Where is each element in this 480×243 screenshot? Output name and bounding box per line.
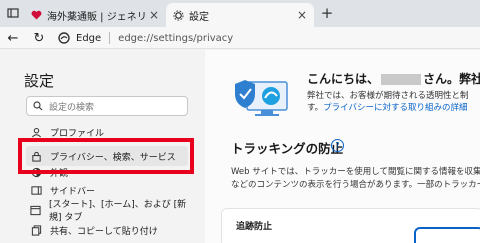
new-tab-button[interactable]: + (318, 4, 336, 22)
tab-pharmacy[interactable]: 海外薬通販 | ジェネリック医薬品 × (24, 3, 166, 27)
tracking-level-option[interactable] (414, 227, 480, 243)
sidebar-item-profile[interactable]: プロファイル (26, 122, 188, 142)
masked-username (381, 74, 422, 85)
back-arrow-icon: ← (7, 30, 19, 46)
tab-settings[interactable]: 設定 × (166, 3, 314, 27)
back-button[interactable]: ← (4, 29, 22, 47)
address-bar: ← ↻ Edge edge://settings/privacy (0, 27, 480, 49)
share-icon (30, 224, 42, 236)
sidebar-item-label: サイドバー (50, 186, 96, 197)
search-input[interactable]: 設定の検索 (26, 96, 188, 116)
sidebar-item-label: 共有、コピーして貼り付け (50, 226, 158, 237)
greeting-heading: こんにちは、 さん。弊社では (307, 70, 480, 87)
tracking-description: Web サイトでは、トラッカーを使用して閲覧に関する情報を収集します。Web な… (231, 166, 480, 192)
refresh-button[interactable]: ↻ (30, 29, 48, 47)
search-icon (33, 101, 43, 111)
edge-icon (58, 32, 70, 44)
url-divider (109, 32, 111, 44)
tab-title: 海外薬通販 | ジェネリック医薬品 (47, 11, 148, 23)
search-placeholder: 設定の検索 (49, 102, 95, 113)
intro-line-2: す。プライバシーに対する取り組みの詳細 (307, 102, 469, 114)
tab-title: 設定 (189, 11, 209, 23)
sidebar-item-label: 外観 (50, 168, 69, 179)
card-title: 追跡防止 (236, 222, 273, 232)
sidebar-item-label: プロファイル (50, 128, 105, 139)
tab-actions-button[interactable] (4, 4, 22, 22)
close-icon[interactable]: × (148, 8, 160, 22)
privacy-intro-text: 弊社では、お客様が期待される透明性と制 す。プライバシーに対する取り組みの詳細 (307, 90, 469, 114)
refresh-icon: ↻ (33, 30, 45, 46)
settings-sidebar: 設定 設定の検索 プロファイル プライバシー、検索、サービス 外観 サイドバー … (0, 50, 203, 243)
plus-icon: + (320, 4, 334, 22)
tab-actions-icon (7, 8, 19, 18)
sidebar-item-label: プライバシー、検索、サービス (50, 152, 176, 163)
tracking-prevention-title: トラッキングの防止 (231, 141, 344, 156)
intro-line-2-prefix: す。 (307, 103, 324, 113)
sidebar-icon (30, 184, 42, 196)
heart-favicon-icon (30, 9, 42, 21)
sidebar-item-share-copy-paste[interactable]: 共有、コピーして貼り付け (26, 220, 188, 240)
appearance-icon (30, 166, 42, 178)
close-icon[interactable]: × (296, 8, 308, 22)
tracking-prevention-card: 追跡防止 (221, 208, 480, 243)
url-text: edge://settings/privacy (118, 32, 234, 44)
greeting-prefix: こんにちは、 (307, 72, 380, 86)
intro-line-1: 弊社では、お客様が期待される透明性と制 (307, 91, 469, 101)
greeting-suffix: さん。弊社では (423, 72, 480, 86)
profile-icon (30, 126, 42, 138)
lock-icon (30, 150, 42, 162)
sidebar-item-start-home-new-tab[interactable]: [スタート]、[ホーム]、および [新規] タブ (26, 200, 188, 223)
privacy-details-link[interactable]: プライバシーに対する取り組みの詳細 (323, 103, 467, 113)
description-line-2: などのコンテンツの表示を行う場合があります。一部のトラッカーでは、ユーザ (231, 180, 480, 190)
description-line-1: Web サイトでは、トラッカーを使用して閲覧に関する情報を収集します。Web (231, 167, 480, 177)
home-icon (30, 204, 41, 216)
page-title: 設定 (24, 72, 55, 90)
site-label: Edge (76, 32, 102, 44)
privacy-settings-panel: こんにちは、 さん。弊社では 弊社では、お客様が期待される透明性と制 す。プライバ… (205, 50, 480, 243)
help-icon[interactable]: ? (331, 139, 344, 152)
gear-icon (172, 9, 184, 21)
sidebar-item-appearance[interactable]: 外観 (26, 162, 188, 182)
tab-strip: 海外薬通販 | ジェネリック医薬品 × 設定 × + (0, 0, 480, 27)
url-field[interactable]: Edge edge://settings/privacy (58, 29, 478, 47)
privacy-illustration-icon (235, 80, 288, 116)
